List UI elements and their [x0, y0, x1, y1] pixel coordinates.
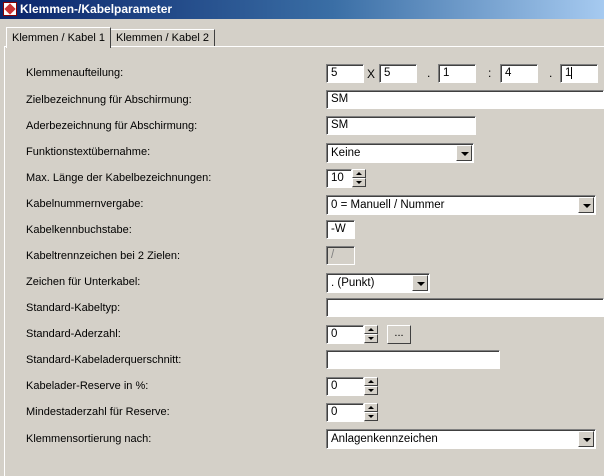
- klemmensortierung-dropdown[interactable]: Anlagenkennzeichen: [326, 429, 596, 449]
- funktionstext-dropdown[interactable]: Keine: [326, 143, 474, 163]
- window-title: Klemmen-/Kabelparameter: [20, 2, 173, 16]
- chevron-down-icon[interactable]: [578, 197, 594, 213]
- title-bar[interactable]: Klemmen-/Kabelparameter: [0, 0, 604, 19]
- tab-klemmen-kabel-2[interactable]: Klemmen / Kabel 2: [110, 29, 215, 46]
- zeichen-unterkabel-value: . (Punkt): [331, 277, 375, 289]
- app-icon: [3, 2, 17, 16]
- standard-querschnitt-input[interactable]: [326, 350, 500, 369]
- chevron-down-icon[interactable]: [456, 145, 472, 161]
- spin-down-icon[interactable]: [364, 412, 378, 421]
- standard-aderzahl-browse-button[interactable]: ...: [387, 325, 411, 344]
- kabelkennbuchstabe-label: Kabelkennbuchstabe:: [26, 224, 132, 236]
- kabelnummernvergabe-label: Kabelnummernvergabe:: [26, 198, 144, 210]
- mindestaderzahl-spinner[interactable]: [364, 403, 378, 421]
- standard-querschnitt-label: Standard-Kabeladerquerschnitt:: [26, 354, 182, 366]
- zeichen-unterkabel-dropdown[interactable]: . (Punkt): [326, 273, 430, 293]
- standard-kabeltyp-label: Standard-Kabeltyp:: [26, 302, 121, 314]
- chevron-down-icon[interactable]: [578, 431, 594, 447]
- max-laenge-spinner[interactable]: [352, 169, 366, 187]
- aderbezeichnung-input[interactable]: SM: [326, 116, 476, 135]
- standard-aderzahl-spinner[interactable]: [364, 325, 378, 343]
- max-laenge-input[interactable]: 10: [326, 169, 352, 188]
- spin-up-icon[interactable]: [364, 403, 378, 412]
- standard-aderzahl-label: Standard-Aderzahl:: [26, 328, 121, 340]
- standard-kabeltyp-input[interactable]: [326, 298, 604, 317]
- max-laenge-label: Max. Länge der Kabelbezeichnungen:: [26, 172, 212, 184]
- chevron-down-icon[interactable]: [412, 275, 428, 291]
- spin-down-icon[interactable]: [352, 178, 366, 187]
- standard-aderzahl-input[interactable]: 0: [326, 325, 364, 344]
- kabeltrennzeichen-label: Kabeltrennzeichen bei 2 Zielen:: [26, 250, 181, 262]
- klemmenaufteilung-sep-colon: :: [488, 66, 492, 80]
- klemmenaufteilung-sep-dot-2: .: [549, 66, 553, 80]
- mindestaderzahl-input[interactable]: 0: [326, 403, 364, 422]
- zielbezeichnung-input[interactable]: SM: [326, 90, 604, 109]
- kabelnummernvergabe-value: 0 = Manuell / Nummer: [331, 199, 445, 211]
- funktionstext-value: Keine: [331, 147, 361, 159]
- spin-up-icon[interactable]: [364, 377, 378, 386]
- kabelkennbuchstabe-input[interactable]: -W: [326, 220, 355, 239]
- mindestaderzahl-label: Mindestaderzahl für Reserve:: [26, 406, 170, 418]
- klemmenaufteilung-field-4[interactable]: 4: [500, 64, 538, 83]
- klemmenaufteilung-sep-x: X: [367, 67, 376, 81]
- zeichen-unterkabel-label: Zeichen für Unterkabel:: [26, 276, 141, 288]
- klemmenaufteilung-field-3[interactable]: 1: [438, 64, 476, 83]
- kabelnummernvergabe-dropdown[interactable]: 0 = Manuell / Nummer: [326, 195, 596, 215]
- klemmenaufteilung-label: Klemmenaufteilung:: [26, 67, 124, 79]
- klemmensortierung-label: Klemmensortierung nach:: [26, 433, 152, 445]
- text-cursor: [571, 67, 573, 79]
- klemmenaufteilung-field-2[interactable]: 5: [379, 64, 417, 83]
- spin-down-icon[interactable]: [364, 386, 378, 395]
- klemmenaufteilung-field-5[interactable]: 1: [560, 64, 598, 83]
- zielbezeichnung-label: Zielbezeichnung für Abschirmung:: [26, 94, 192, 106]
- spin-up-icon[interactable]: [352, 169, 366, 178]
- klemmenaufteilung-sep-dot-1: .: [427, 66, 431, 80]
- spin-down-icon[interactable]: [364, 334, 378, 343]
- funktionstext-label: Funktionstextübernahme:: [26, 146, 151, 158]
- reserve-label: Kabelader-Reserve in %:: [26, 380, 149, 392]
- aderbezeichnung-label: Aderbezeichnung für Abschirmung:: [26, 120, 198, 132]
- spin-up-icon[interactable]: [364, 325, 378, 334]
- klemmensortierung-value: Anlagenkennzeichen: [331, 433, 438, 445]
- tab-klemmen-kabel-1[interactable]: Klemmen / Kabel 1: [6, 27, 111, 48]
- kabeltrennzeichen-input: /: [326, 246, 355, 265]
- klemmenaufteilung-field-1[interactable]: 5: [326, 64, 364, 83]
- reserve-spinner[interactable]: [364, 377, 378, 395]
- reserve-input[interactable]: 0: [326, 377, 364, 396]
